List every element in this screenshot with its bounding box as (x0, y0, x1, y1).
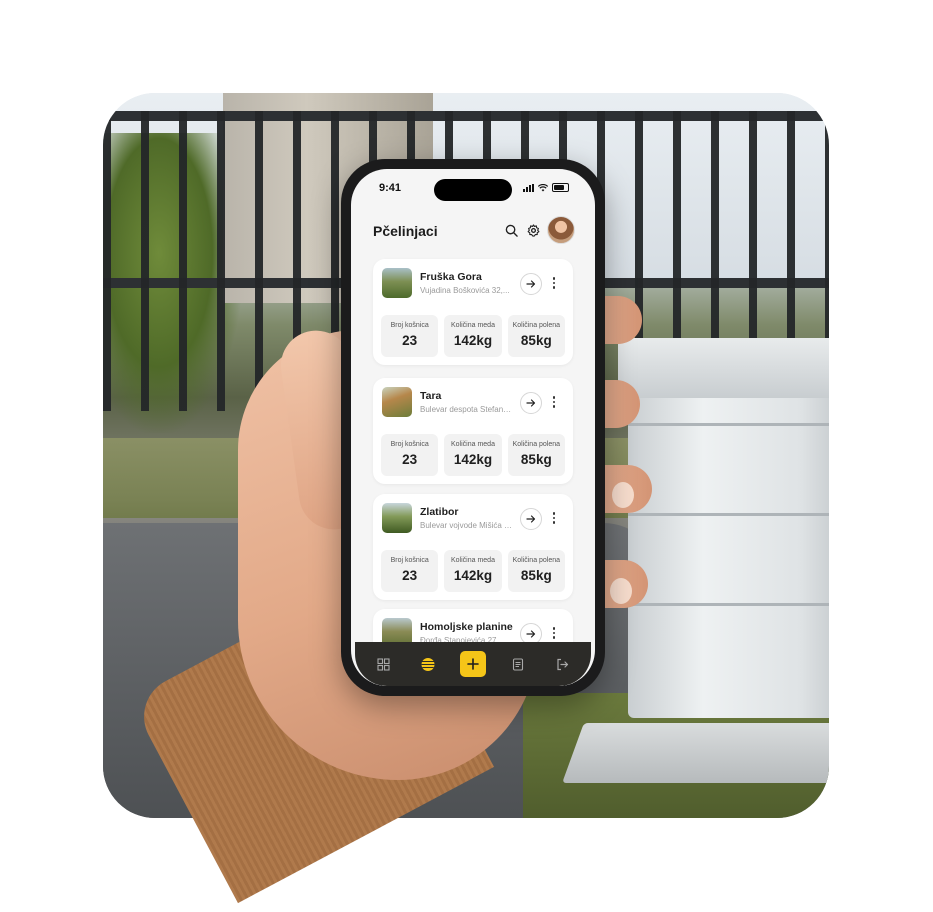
stat-hive-count: Broj košnica 23 (381, 315, 439, 357)
apiary-card[interactable]: Tara Bulevar despota Stefana... Broj koš… (373, 378, 573, 484)
stat-honey: Količina meda 142kg (444, 434, 502, 476)
beehive-seam (628, 603, 829, 606)
apiary-thumbnail (382, 268, 412, 298)
stat-label: Količina meda (451, 441, 495, 448)
more-vertical-icon[interactable] (547, 509, 561, 527)
stat-value: 142kg (453, 452, 493, 467)
search-icon[interactable] (503, 222, 519, 238)
apiary-name: Homoljske planine (420, 621, 513, 633)
avatar[interactable] (547, 216, 575, 244)
stat-honey: Količina meda 142kg (444, 550, 502, 592)
apiary-card[interactable]: Fruška Gora Vujadina Boškovića 32,... Br… (373, 259, 573, 365)
fingernail (612, 482, 634, 508)
stat-hive-count: Broj košnica 23 (381, 434, 439, 476)
stat-pollen: Količina polena 85kg (507, 550, 565, 592)
more-vertical-icon[interactable] (547, 274, 561, 292)
plus-icon[interactable] (459, 651, 486, 677)
apiary-address: Vujadina Boškovića 32,... (420, 286, 510, 295)
arrow-right-icon[interactable] (520, 508, 542, 530)
logout-icon[interactable] (550, 651, 576, 677)
fingernail (610, 578, 632, 604)
stat-value: 85kg (520, 568, 552, 583)
page-title: Pčelinjaci (373, 223, 438, 239)
dynamic-island (434, 179, 512, 201)
stat-label: Broj košnica (390, 322, 429, 329)
apiary-stats: Broj košnica 23 Količina meda 142kg Koli… (381, 550, 565, 592)
apiary-thumbnail (382, 503, 412, 533)
signal-icon (523, 183, 534, 192)
beehive-lid (618, 338, 829, 398)
stat-label: Količina polena (512, 557, 561, 564)
more-vertical-icon[interactable] (547, 393, 561, 411)
stat-honey: Količina meda 142kg (444, 315, 502, 357)
gear-icon[interactable] (525, 222, 541, 238)
apiary-name: Fruška Gora (420, 271, 482, 283)
more-vertical-icon[interactable] (547, 624, 561, 642)
bottom-tab-bar (355, 642, 591, 686)
header-actions (503, 216, 575, 244)
concrete-slab (562, 723, 829, 783)
stat-label: Količina polena (512, 441, 561, 448)
stat-value: 142kg (453, 333, 493, 348)
stat-value: 23 (402, 568, 418, 583)
stat-hive-count: Broj košnica 23 (381, 550, 439, 592)
status-icons (523, 183, 569, 192)
beehive-seam (628, 513, 829, 516)
apiary-stats: Broj košnica 23 Količina meda 142kg Koli… (381, 434, 565, 476)
stat-label: Količina meda (451, 557, 495, 564)
stat-label: Broj košnica (390, 441, 429, 448)
arrow-right-icon[interactable] (520, 392, 542, 414)
battery-icon (552, 183, 569, 192)
wifi-icon (538, 183, 548, 191)
document-icon[interactable] (505, 651, 531, 677)
phone-screen: 9:41 Pčelinjaci Fruška Gora Vujadina Boš… (351, 169, 595, 686)
stat-label: Količina polena (512, 322, 561, 329)
stat-label: Broj košnica (390, 557, 429, 564)
status-time: 9:41 (379, 182, 402, 194)
stat-value: 85kg (520, 452, 552, 467)
apiary-address: Bulevar vojvode Mišića 1... (420, 521, 514, 530)
apiary-name: Tara (420, 390, 442, 402)
stat-pollen: Količina polena 85kg (507, 315, 565, 357)
stat-pollen: Količina polena 85kg (507, 434, 565, 476)
stat-value: 142kg (453, 568, 493, 583)
apiary-address: Bulevar despota Stefana... (420, 405, 514, 414)
apiary-card[interactable]: Zlatibor Bulevar vojvode Mišića 1... Bro… (373, 494, 573, 600)
arrow-right-icon[interactable] (520, 273, 542, 295)
dashboard-grid-icon[interactable] (370, 651, 396, 677)
apiary-thumbnail (382, 387, 412, 417)
stat-value: 23 (402, 333, 418, 348)
hive-icon[interactable] (415, 651, 441, 677)
beehive-seam (628, 423, 829, 426)
stat-label: Količina meda (451, 322, 495, 329)
stat-value: 23 (402, 452, 418, 467)
apiary-name: Zlatibor (420, 506, 459, 518)
apiary-stats: Broj košnica 23 Količina meda 142kg Koli… (381, 315, 565, 357)
stat-value: 85kg (520, 333, 552, 348)
